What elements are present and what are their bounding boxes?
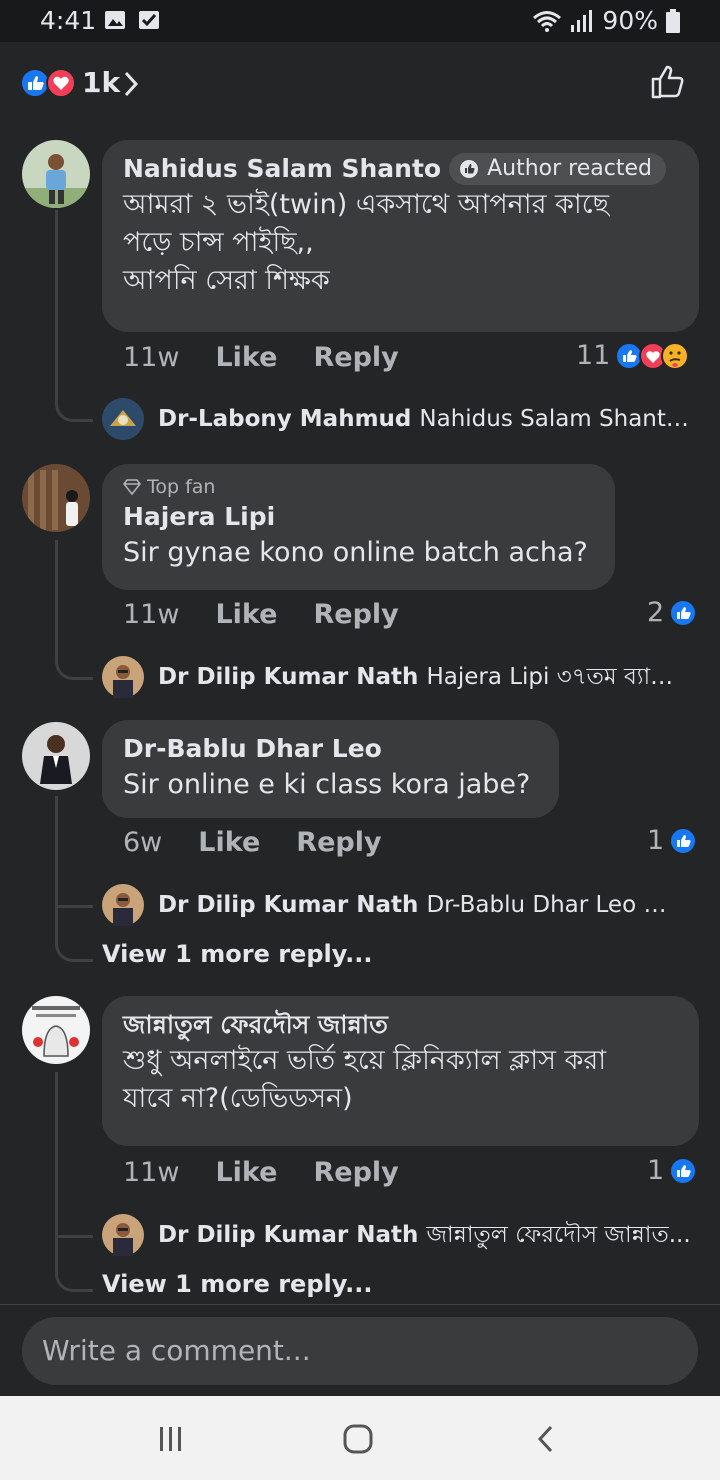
reply-text: Hajera Lipi ৩৭তম ব্যাচের... xyxy=(426,663,692,690)
reply-action[interactable]: Reply xyxy=(313,599,398,630)
comment-bubble[interactable]: Dr-Bablu Dhar Leo Sir online e ki class … xyxy=(102,720,559,818)
clock: 4:41 xyxy=(40,6,97,35)
battery-icon xyxy=(666,8,680,33)
author-reacted-icon xyxy=(460,160,479,178)
avatar xyxy=(102,656,144,698)
avatar xyxy=(102,398,144,440)
comment-text: Sir online e ki class kora jabe? xyxy=(123,769,531,800)
thread-line xyxy=(55,1072,93,1292)
comment-author[interactable]: জান্নাতুল ফেরদৌস জান্নাত xyxy=(123,1008,679,1042)
comment-composer-bar: Write a comment... xyxy=(0,1304,720,1396)
reply-author: Dr-Labony Mahmud xyxy=(158,406,412,432)
reply-author: Dr Dilip Kumar Nath xyxy=(158,892,419,918)
comment-actions: 6w Like Reply xyxy=(123,827,382,858)
comment-bubble[interactable]: Nahidus Salam Shanto Author reacted আমরা… xyxy=(102,140,699,332)
image-icon xyxy=(105,11,125,29)
avatar[interactable] xyxy=(22,722,90,790)
reaction-icons[interactable] xyxy=(20,68,76,98)
comment-reactions[interactable]: 11 xyxy=(576,340,690,371)
reaction-total: 11 xyxy=(576,340,611,371)
comment-time[interactable]: 11w xyxy=(123,1157,179,1188)
reply-preview[interactable]: Dr Dilip Kumar Nath জান্নাতুল ফেরদৌস জান… xyxy=(102,1214,692,1256)
reply-action[interactable]: Reply xyxy=(296,827,381,858)
reaction-count[interactable]: 1k xyxy=(82,66,120,99)
comment-actions: 11w Like Reply xyxy=(123,1157,399,1188)
like-action[interactable]: Like xyxy=(198,827,260,858)
thread-branch xyxy=(55,1190,93,1238)
top-fan-label: Top fan xyxy=(123,474,595,500)
top-fan-text: Top fan xyxy=(147,476,216,498)
avatar[interactable] xyxy=(22,464,90,532)
recent-apps-icon[interactable] xyxy=(156,1424,186,1454)
comment-bubble[interactable]: জান্নাতুল ফেরদৌস জান্নাত শুধু অনলাইনে ভর… xyxy=(102,996,699,1146)
thread-line xyxy=(55,540,93,680)
signal-icon xyxy=(571,9,593,32)
reaction-stack-icon xyxy=(615,341,690,370)
thread-branch xyxy=(55,860,93,908)
reply-preview[interactable]: Dr Dilip Kumar Nath Dr-Bablu Dhar Leo আপ… xyxy=(102,884,692,926)
reply-preview[interactable]: Dr-Labony Mahmud Nahidus Salam Shanto ..… xyxy=(102,398,692,440)
comment-reactions[interactable]: 1 xyxy=(647,1155,698,1186)
reply-text: জান্নাতুল ফেরদৌস জান্নাত... xyxy=(426,1221,691,1248)
view-more-replies[interactable]: View 1 more reply... xyxy=(102,940,373,968)
comment-author[interactable]: Nahidus Salam Shanto xyxy=(123,152,441,186)
comment-reactions[interactable]: 2 xyxy=(647,597,698,628)
back-icon[interactable] xyxy=(534,1424,558,1454)
status-right: 90% xyxy=(532,6,680,35)
wifi-icon xyxy=(533,10,562,32)
system-nav-bar xyxy=(0,1396,720,1480)
comment-input[interactable]: Write a comment... xyxy=(22,1317,698,1385)
reply-author: Dr Dilip Kumar Nath xyxy=(158,1222,419,1248)
love-reaction-icon xyxy=(46,68,76,98)
comment-text: শুধু অনলাইনে ভর্তি হয়ে ক্লিনিক্যাল ক্লা… xyxy=(123,1045,607,1114)
comment-time[interactable]: 6w xyxy=(123,827,162,858)
battery-percent: 90% xyxy=(602,6,658,35)
like-action[interactable]: Like xyxy=(215,1157,277,1188)
comment-actions: 11w Like Reply xyxy=(123,599,399,630)
like-reaction-icon xyxy=(669,1156,698,1185)
like-reaction-icon xyxy=(669,598,698,627)
comment-text: আমরা ২ ভাই(twin) একসাথে আপনার কাছে পড়ে … xyxy=(123,189,609,296)
like-button-icon[interactable] xyxy=(650,64,686,100)
like-action[interactable]: Like xyxy=(215,599,277,630)
avatar[interactable] xyxy=(22,140,90,208)
reaction-total: 1 xyxy=(647,1155,665,1186)
avatar[interactable] xyxy=(22,996,90,1064)
comment-text: Sir gynae kono online batch acha? xyxy=(123,537,588,568)
avatar xyxy=(102,884,144,926)
author-reacted-badge: Author reacted xyxy=(449,153,666,185)
comment-author[interactable]: Dr-Bablu Dhar Leo xyxy=(123,732,539,766)
reaction-summary-header: 1k xyxy=(0,42,720,132)
reply-action[interactable]: Reply xyxy=(313,1157,398,1188)
reaction-total: 2 xyxy=(647,597,665,628)
reply-author: Dr Dilip Kumar Nath xyxy=(158,664,419,690)
diamond-icon xyxy=(123,479,141,495)
reply-action[interactable]: Reply xyxy=(313,342,398,373)
reply-text: Dr-Bablu Dhar Leo আপা... xyxy=(426,891,692,918)
reply-preview[interactable]: Dr Dilip Kumar Nath Hajera Lipi ৩৭তম ব্য… xyxy=(102,656,692,698)
chevron-right-icon[interactable] xyxy=(122,70,140,98)
thread-line xyxy=(55,210,93,422)
comment-author-row: Nahidus Salam Shanto Author reacted xyxy=(123,152,679,186)
check-box-icon xyxy=(139,11,159,29)
comment-time[interactable]: 11w xyxy=(123,342,179,373)
like-reaction-icon xyxy=(669,826,698,855)
view-more-replies[interactable]: View 1 more reply... xyxy=(102,1270,373,1298)
avatar xyxy=(102,1214,144,1256)
badge-label: Author reacted xyxy=(487,156,652,181)
home-icon[interactable] xyxy=(342,1424,374,1454)
like-action[interactable]: Like xyxy=(215,342,277,373)
comment-author[interactable]: Hajera Lipi xyxy=(123,500,595,534)
comment-actions: 11w Like Reply xyxy=(123,342,399,373)
comment-bubble[interactable]: Top fan Hajera Lipi Sir gynae kono onlin… xyxy=(102,464,615,590)
comment-time[interactable]: 11w xyxy=(123,599,179,630)
reaction-total: 1 xyxy=(647,825,665,856)
status-bar: 4:41 90% xyxy=(0,0,720,42)
reply-text: Nahidus Salam Shanto ... xyxy=(419,406,692,432)
comment-reactions[interactable]: 1 xyxy=(647,825,698,856)
